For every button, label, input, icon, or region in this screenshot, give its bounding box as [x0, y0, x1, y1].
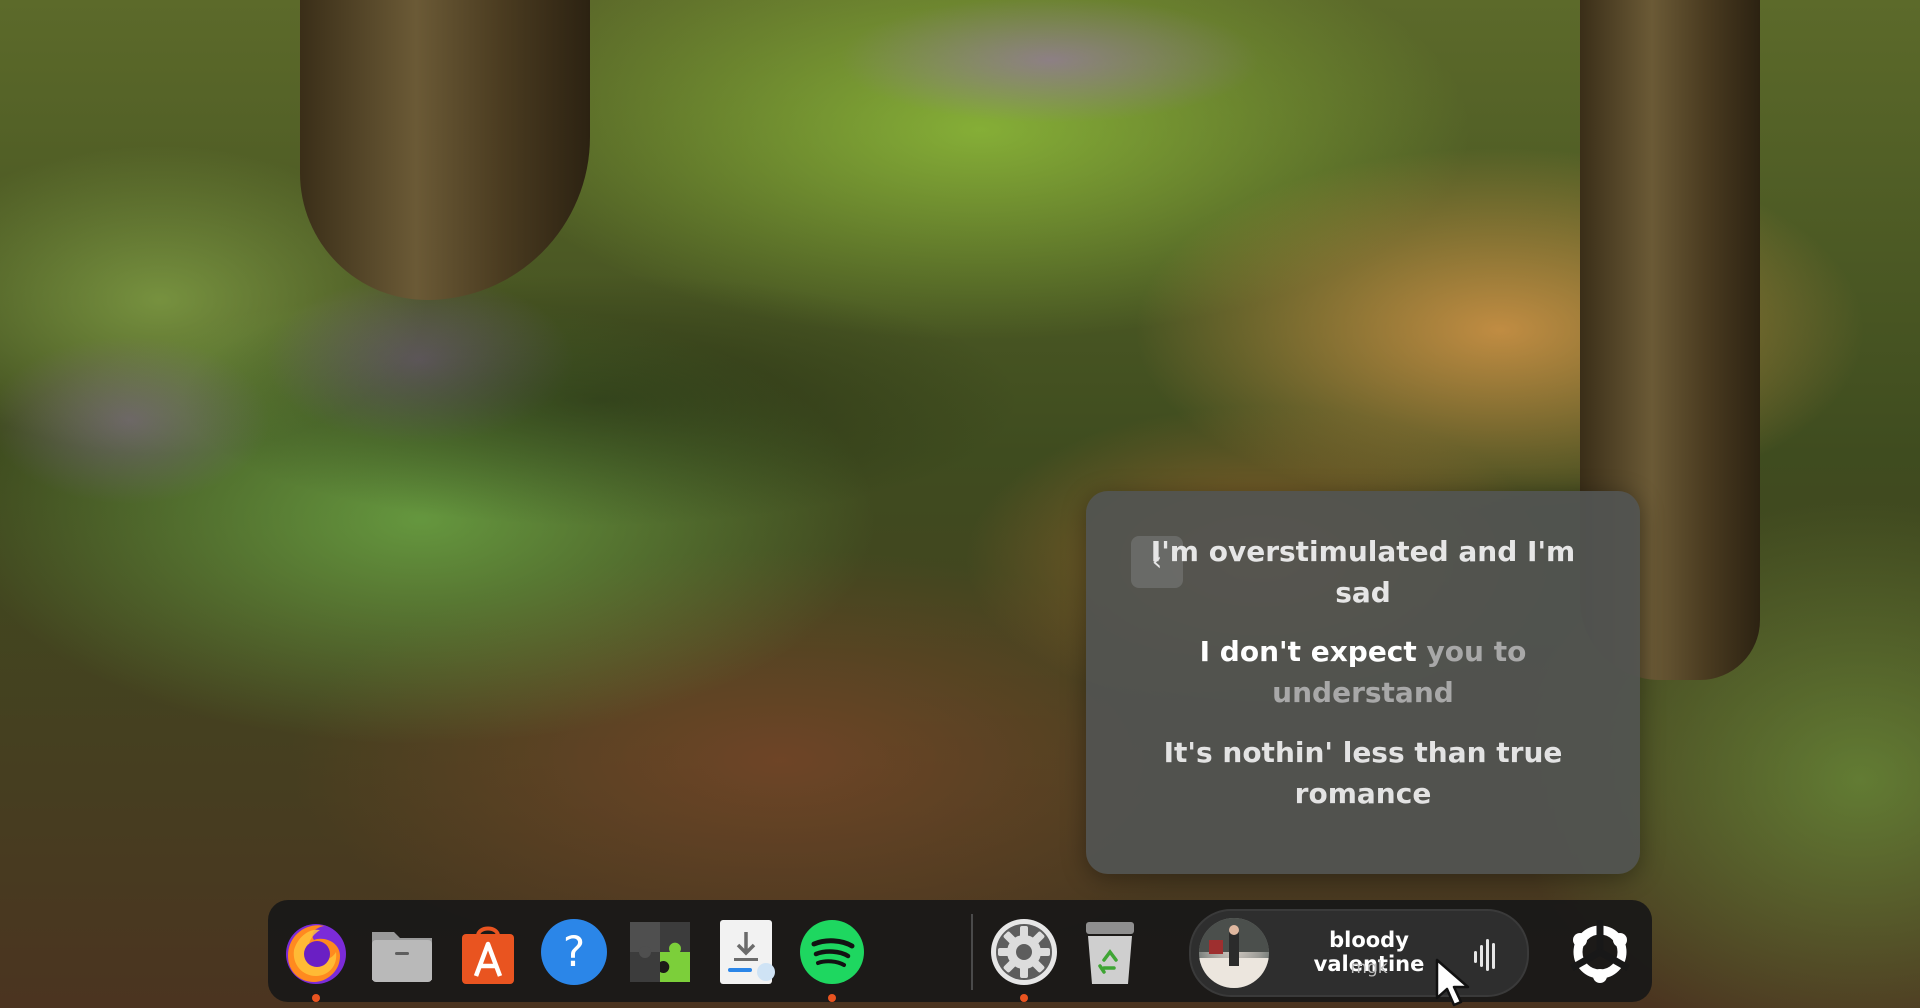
gear-icon: [991, 919, 1057, 985]
running-indicator: [1020, 994, 1028, 1002]
media-player-widget[interactable]: bloody valentine mgk: [1189, 909, 1529, 997]
trash-icon: [1086, 922, 1134, 984]
running-indicator: [828, 994, 836, 1002]
lyric-next-line: It's nothin' less than true romance: [1163, 736, 1563, 810]
lyric-current-line: I don't expect you to understand: [1146, 631, 1580, 713]
puzzle-icon: [630, 922, 690, 982]
help-icon-label: ?: [563, 927, 585, 976]
dock-item-updates[interactable]: [708, 914, 784, 990]
download-icon: [720, 920, 775, 984]
equalizer-bars-icon: [1474, 939, 1495, 971]
media-track-artist: mgk: [1350, 958, 1388, 978]
shopping-bag-icon: [462, 926, 514, 984]
dock-item-help[interactable]: ?: [536, 914, 612, 990]
dock-item-spotify[interactable]: [794, 914, 870, 1002]
ubuntu-logo-icon: [1570, 920, 1630, 983]
lyrics-popup: ‹ I'm overstimulated and I'm sad I don't…: [1086, 491, 1640, 874]
dock-item-firefox[interactable]: [278, 914, 354, 1002]
wallpaper-shadow: [0, 150, 1200, 650]
dock-item-trash[interactable]: [1072, 914, 1148, 990]
dock-item-show-apps[interactable]: [1562, 914, 1638, 990]
question-mark-icon: ?: [541, 919, 607, 985]
mouse-cursor-icon: [1435, 958, 1470, 1007]
running-indicator: [312, 994, 320, 1002]
lyric-sung-part: I don't expect: [1199, 635, 1417, 668]
dock-item-extensions[interactable]: [622, 914, 698, 990]
firefox-icon: [286, 924, 346, 984]
lyric-previous-line: I'm overstimulated and I'm sad: [1150, 535, 1576, 609]
dock-item-files[interactable]: [364, 914, 440, 990]
dock-separator: [971, 914, 973, 990]
spotify-icon: [800, 920, 864, 984]
dock-item-settings[interactable]: [986, 914, 1062, 1002]
album-art-image: [1199, 918, 1269, 988]
folder-icon: [372, 932, 432, 982]
dock-item-app-center[interactable]: [450, 914, 526, 990]
album-art: [1199, 918, 1269, 988]
